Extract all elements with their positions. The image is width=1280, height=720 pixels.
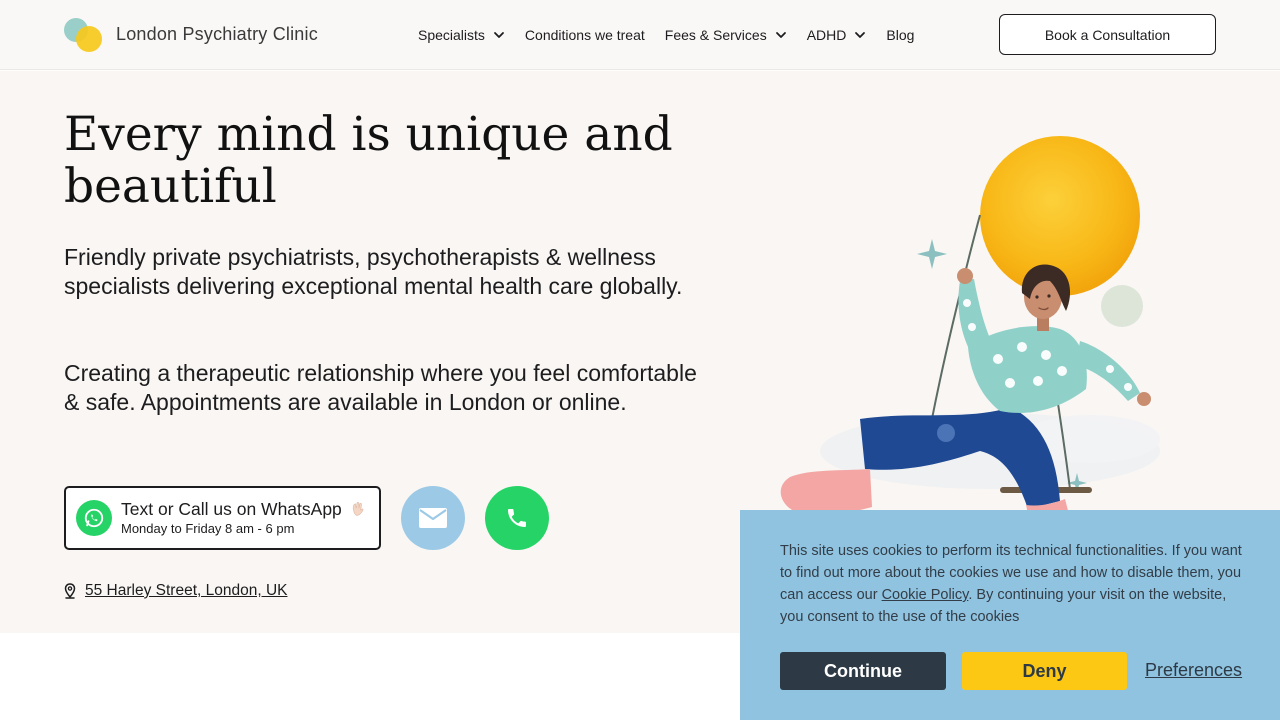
nav-label: Specialists bbox=[418, 27, 485, 43]
cookie-continue-button[interactable]: Continue bbox=[780, 652, 946, 690]
whatsapp-text: Text or Call us on WhatsApp Monday to Fr… bbox=[121, 498, 342, 538]
cookie-preferences-link[interactable]: Preferences bbox=[1145, 660, 1242, 681]
main-nav: Specialists Conditions we treat Fees & S… bbox=[418, 24, 914, 46]
chevron-down-icon bbox=[855, 32, 866, 38]
logo-mark-icon bbox=[64, 16, 102, 52]
hero-intro: Friendly private psychiatrists, psychoth… bbox=[64, 244, 683, 299]
nav-item-conditions[interactable]: Conditions we treat bbox=[525, 24, 645, 46]
chevron-down-icon bbox=[494, 32, 504, 38]
nav-label: Blog bbox=[886, 27, 915, 43]
nav-item-blog[interactable]: Blog bbox=[886, 24, 914, 46]
phone-button[interactable] bbox=[485, 486, 549, 550]
cookie-deny-button[interactable]: Deny bbox=[962, 652, 1127, 690]
mail-icon bbox=[419, 508, 447, 528]
whatsapp-hours: Monday to Friday 8 am - 6 pm bbox=[121, 521, 295, 536]
whatsapp-icon bbox=[76, 500, 112, 536]
address-text: 55 Harley Street, London, UK bbox=[85, 582, 288, 599]
nav-label: Conditions we treat bbox=[524, 27, 645, 43]
chevron-down-icon bbox=[775, 32, 786, 38]
address-link[interactable]: 55 Harley Street, London, UK bbox=[64, 582, 287, 600]
cookie-message: This site uses cookies to perform its te… bbox=[780, 540, 1250, 628]
below-fold-area bbox=[0, 633, 740, 720]
nav-label: ADHD bbox=[806, 27, 847, 43]
nav-item-fees-services[interactable]: Fees & Services bbox=[665, 24, 787, 46]
nav-item-adhd[interactable]: ADHD bbox=[807, 24, 867, 46]
whatsapp-contact-button[interactable]: Text or Call us on WhatsApp Monday to Fr… bbox=[64, 486, 381, 550]
hero-description: Creating a therapeutic relationship wher… bbox=[64, 360, 697, 415]
logo-text: London Psychiatry Clinic bbox=[116, 23, 318, 44]
map-pin-icon bbox=[64, 583, 76, 599]
nav-item-specialists[interactable]: Specialists bbox=[418, 24, 505, 46]
email-button[interactable] bbox=[401, 486, 465, 550]
waving-hand-icon bbox=[352, 502, 364, 516]
phone-icon bbox=[508, 509, 526, 527]
book-consultation-button[interactable]: Book a Consultation bbox=[999, 14, 1216, 55]
cookie-banner: This site uses cookies to perform its te… bbox=[740, 510, 1280, 720]
cookie-policy-link[interactable]: Cookie Policy bbox=[882, 587, 969, 603]
hero-title: Every mind is unique and beautiful bbox=[64, 107, 673, 214]
whatsapp-title: Text or Call us on WhatsApp bbox=[121, 499, 342, 519]
site-header: London Psychiatry Clinic Specialists Con… bbox=[0, 0, 1280, 70]
site-logo[interactable]: London Psychiatry Clinic bbox=[64, 16, 318, 52]
nav-label: Fees & Services bbox=[664, 27, 767, 43]
hero-illustration bbox=[780, 136, 1160, 531]
